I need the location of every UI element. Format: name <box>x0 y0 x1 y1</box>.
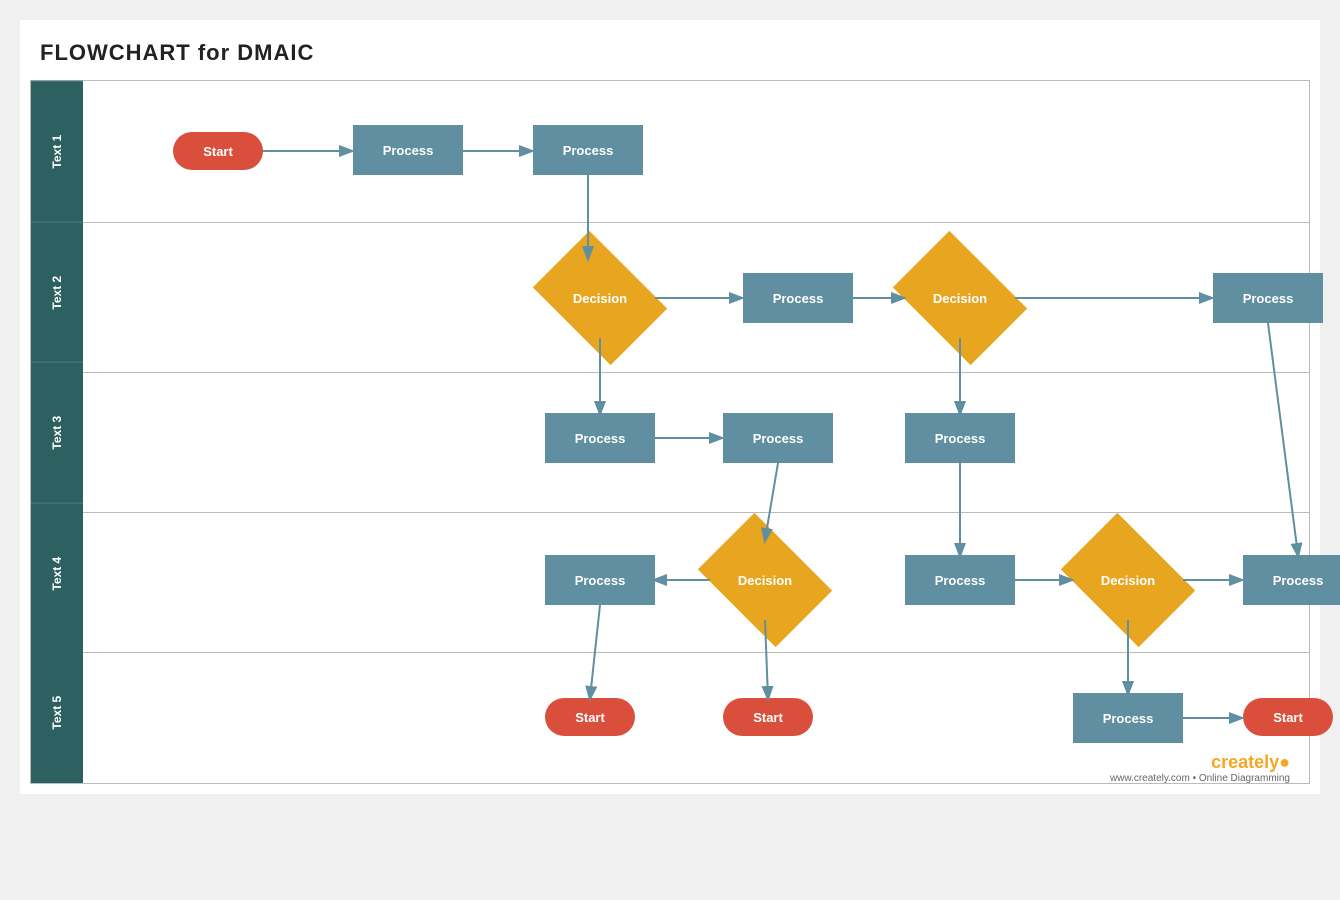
row-2: Decision Process Decision Process <box>83 223 1309 373</box>
start-oval-2: Start <box>545 698 635 736</box>
process-9: Process <box>905 555 1015 605</box>
start-oval-3: Start <box>723 698 813 736</box>
process-3: Process <box>743 273 853 323</box>
row-1: Start Process Process <box>83 81 1309 223</box>
process-2: Process <box>533 125 643 175</box>
process-11: Process <box>1073 693 1183 743</box>
decision-diamond-3: Decision <box>710 540 820 620</box>
diagram-outer: Text 1 Text 2 Text 3 Text 4 Text 5 Start… <box>30 80 1310 784</box>
start-oval-4: Start <box>1243 698 1333 736</box>
decision-label-4: Decision <box>1101 573 1155 588</box>
sidebar-label-3: Text 3 <box>31 362 83 503</box>
decision-label-3: Decision <box>738 573 792 588</box>
process-7: Process <box>905 413 1015 463</box>
sidebar-label-5: Text 5 <box>31 643 83 783</box>
page-title: FLOWCHART for DMAIC <box>30 30 1310 80</box>
sidebar: Text 1 Text 2 Text 3 Text 4 Text 5 <box>31 81 83 783</box>
arrows-row2 <box>83 223 1309 372</box>
process-4: Process <box>1213 273 1323 323</box>
row-3: Process Process Process <box>83 373 1309 513</box>
sidebar-label-1: Text 1 <box>31 81 83 222</box>
process-1: Process <box>353 125 463 175</box>
creately-brand: creately● <box>1110 752 1290 773</box>
process-5: Process <box>545 413 655 463</box>
start-oval-1: Start <box>173 132 263 170</box>
process-6: Process <box>723 413 833 463</box>
arrows-row1 <box>83 81 1309 222</box>
page: FLOWCHART for DMAIC Text 1 Text 2 Text 3… <box>20 20 1320 794</box>
arrows-row3 <box>83 373 1309 512</box>
decision-diamond-4: Decision <box>1073 540 1183 620</box>
sidebar-label-4: Text 4 <box>31 503 83 644</box>
sidebar-label-2: Text 2 <box>31 222 83 363</box>
creately-sub: www.creately.com • Online Diagramming <box>1110 773 1290 784</box>
rows-container: Start Process Process <box>83 81 1309 783</box>
process-8: Process <box>545 555 655 605</box>
creately-logo: creately● www.creately.com • Online Diag… <box>1110 752 1290 784</box>
decision-label-1: Decision <box>573 291 627 306</box>
decision-label-2: Decision <box>933 291 987 306</box>
process-10: Process <box>1243 555 1340 605</box>
decision-diamond-2: Decision <box>905 258 1015 338</box>
row-4: Process Decision Process Decision <box>83 513 1309 653</box>
decision-diamond-1: Decision <box>545 258 655 338</box>
